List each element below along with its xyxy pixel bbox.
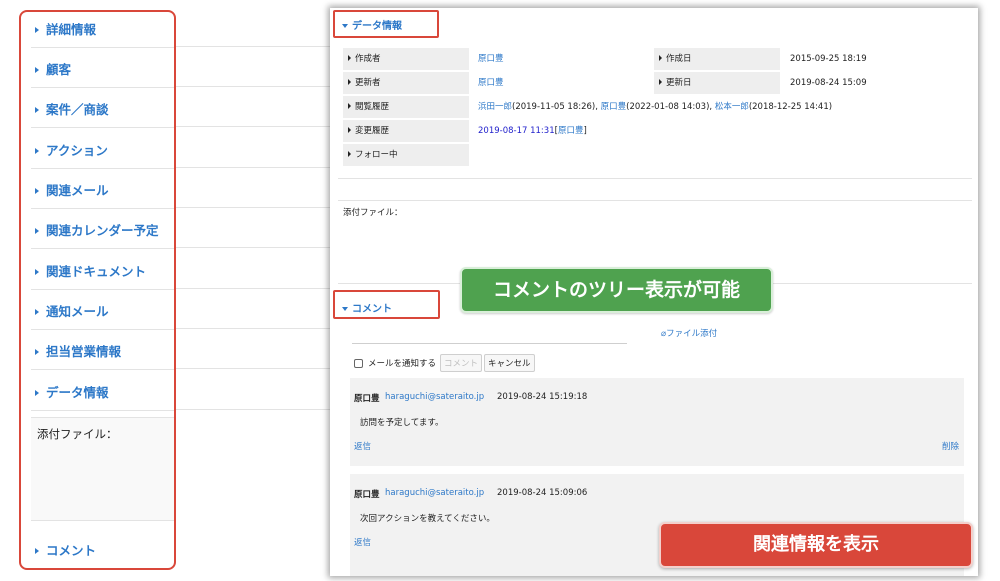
- comment-time: 2019-08-24 15:19:18: [497, 392, 588, 402]
- caret-right-icon: [35, 269, 39, 275]
- divider: [176, 328, 330, 329]
- caret-right-icon: [35, 188, 39, 194]
- left-item-actions[interactable]: アクション: [35, 140, 108, 159]
- updated-by-value[interactable]: 原口豊: [478, 72, 504, 94]
- left-attachments-label: 添付ファイル：: [37, 427, 118, 441]
- left-item-notification-mail[interactable]: 通知メール: [35, 301, 109, 320]
- comment-submit-button[interactable]: コメント: [440, 354, 483, 372]
- caret-right-icon: [348, 103, 351, 109]
- caret-right-icon: [35, 228, 39, 234]
- caret-right-icon: [35, 349, 39, 355]
- caret-right-icon: [348, 151, 351, 157]
- viewer-link[interactable]: 浜田一郎: [478, 102, 512, 112]
- notify-label: メールを通知する: [368, 359, 437, 369]
- view-history-label: 閲覧履歴: [343, 96, 469, 118]
- comment-body: 訪問を予定してます。: [360, 418, 444, 428]
- change-history-user-link[interactable]: 原口豊: [558, 126, 584, 136]
- caret-right-icon: [35, 107, 39, 113]
- divider: [31, 369, 174, 370]
- divider: [31, 168, 174, 169]
- divider: [176, 126, 330, 127]
- updated-date-value: 2019-08-24 15:09: [790, 78, 867, 88]
- cancel-button[interactable]: キャンセル: [484, 354, 535, 372]
- left-section-nav: 詳細情報 顧客 案件／商談 アクション 関連メール 関連カレンダー予定 関連ドキ…: [19, 10, 176, 570]
- left-item-comment[interactable]: コメント: [35, 540, 96, 559]
- change-history-label: 変更履歴: [343, 120, 469, 142]
- caret-right-icon: [348, 79, 351, 85]
- divider: [176, 86, 330, 87]
- following-label: フォロー中: [343, 144, 469, 166]
- left-item-related-calendar[interactable]: 関連カレンダー予定: [35, 220, 159, 239]
- divider: [31, 289, 174, 290]
- notify-row: メールを通知する コメント キャンセル: [354, 354, 535, 372]
- file-attach-link[interactable]: ⌀ファイル添付: [661, 327, 717, 339]
- left-item-deals[interactable]: 案件／商談: [35, 99, 109, 118]
- comment-email[interactable]: haraguchi@sateraito.jp: [385, 392, 484, 402]
- caret-right-icon: [35, 27, 39, 33]
- caret-right-icon: [35, 390, 39, 396]
- viewer-link[interactable]: 松本一郎: [715, 102, 749, 112]
- created-date-label: 作成日: [654, 48, 780, 70]
- caret-right-icon: [35, 148, 39, 154]
- divider: [176, 368, 330, 369]
- updated-date-label: 更新日: [654, 72, 780, 94]
- left-item-details[interactable]: 詳細情報: [35, 19, 96, 38]
- notify-checkbox[interactable]: [354, 358, 363, 368]
- comment-input[interactable]: [352, 343, 627, 344]
- highlight-box: [333, 290, 440, 319]
- change-history-link[interactable]: 2019-08-17 11:31: [478, 126, 555, 136]
- comment-author: 原口豊: [354, 394, 380, 404]
- comment-body: 次回アクションを教えてください。: [360, 514, 495, 524]
- divider: [176, 207, 330, 208]
- left-item-customer[interactable]: 顧客: [35, 59, 71, 78]
- divider: [176, 409, 330, 410]
- divider: [31, 329, 174, 330]
- divider: [31, 248, 174, 249]
- divider: [176, 247, 330, 248]
- related-info-callout: 関連情報を表示: [659, 522, 973, 568]
- caret-right-icon: [348, 55, 351, 61]
- caret-right-icon: [659, 55, 662, 61]
- tree-view-callout: コメントのツリー表示が可能: [460, 267, 773, 313]
- comment-email[interactable]: haraguchi@sateraito.jp: [385, 488, 484, 498]
- delete-link[interactable]: 削除: [942, 440, 959, 452]
- divider: [176, 167, 330, 168]
- updated-by-label: 更新者: [343, 72, 469, 94]
- caret-right-icon: [35, 548, 39, 554]
- left-item-related-documents[interactable]: 関連ドキュメント: [35, 261, 146, 280]
- divider: [31, 87, 174, 88]
- divider: [338, 178, 972, 179]
- caret-right-icon: [35, 67, 39, 73]
- comment-time: 2019-08-24 15:09:06: [497, 488, 588, 498]
- left-item-sales-rep[interactable]: 担当営業情報: [35, 341, 121, 360]
- viewer-link[interactable]: 原口豊: [601, 102, 627, 112]
- reply-link[interactable]: 返信: [354, 440, 371, 452]
- created-by-label: 作成者: [343, 48, 469, 70]
- attachments-label: 添付ファイル：: [343, 208, 403, 218]
- comment-card: 原口豊 haraguchi@sateraito.jp 2019-08-24 15…: [350, 378, 964, 466]
- caret-right-icon: [659, 79, 662, 85]
- change-history-value: 2019-08-17 11:31[原口豊]: [478, 126, 587, 136]
- caret-right-icon: [348, 127, 351, 133]
- caret-right-icon: [35, 309, 39, 315]
- comment-author: 原口豊: [354, 490, 380, 500]
- reply-link[interactable]: 返信: [354, 536, 371, 548]
- highlight-box: [333, 10, 439, 38]
- divider: [31, 47, 174, 48]
- divider: [31, 208, 174, 209]
- divider: [31, 127, 174, 128]
- divider: [176, 288, 330, 289]
- left-item-related-mail[interactable]: 関連メール: [35, 180, 109, 199]
- view-history-value: 浜田一郎(2019-11-05 18:26), 原口豊(2022-01-08 1…: [478, 102, 833, 112]
- left-item-data-info[interactable]: データ情報: [35, 382, 109, 401]
- created-date-value: 2015-09-25 18:19: [790, 54, 867, 64]
- divider: [31, 410, 174, 411]
- created-by-value[interactable]: 原口豊: [478, 48, 504, 70]
- divider: [176, 46, 330, 47]
